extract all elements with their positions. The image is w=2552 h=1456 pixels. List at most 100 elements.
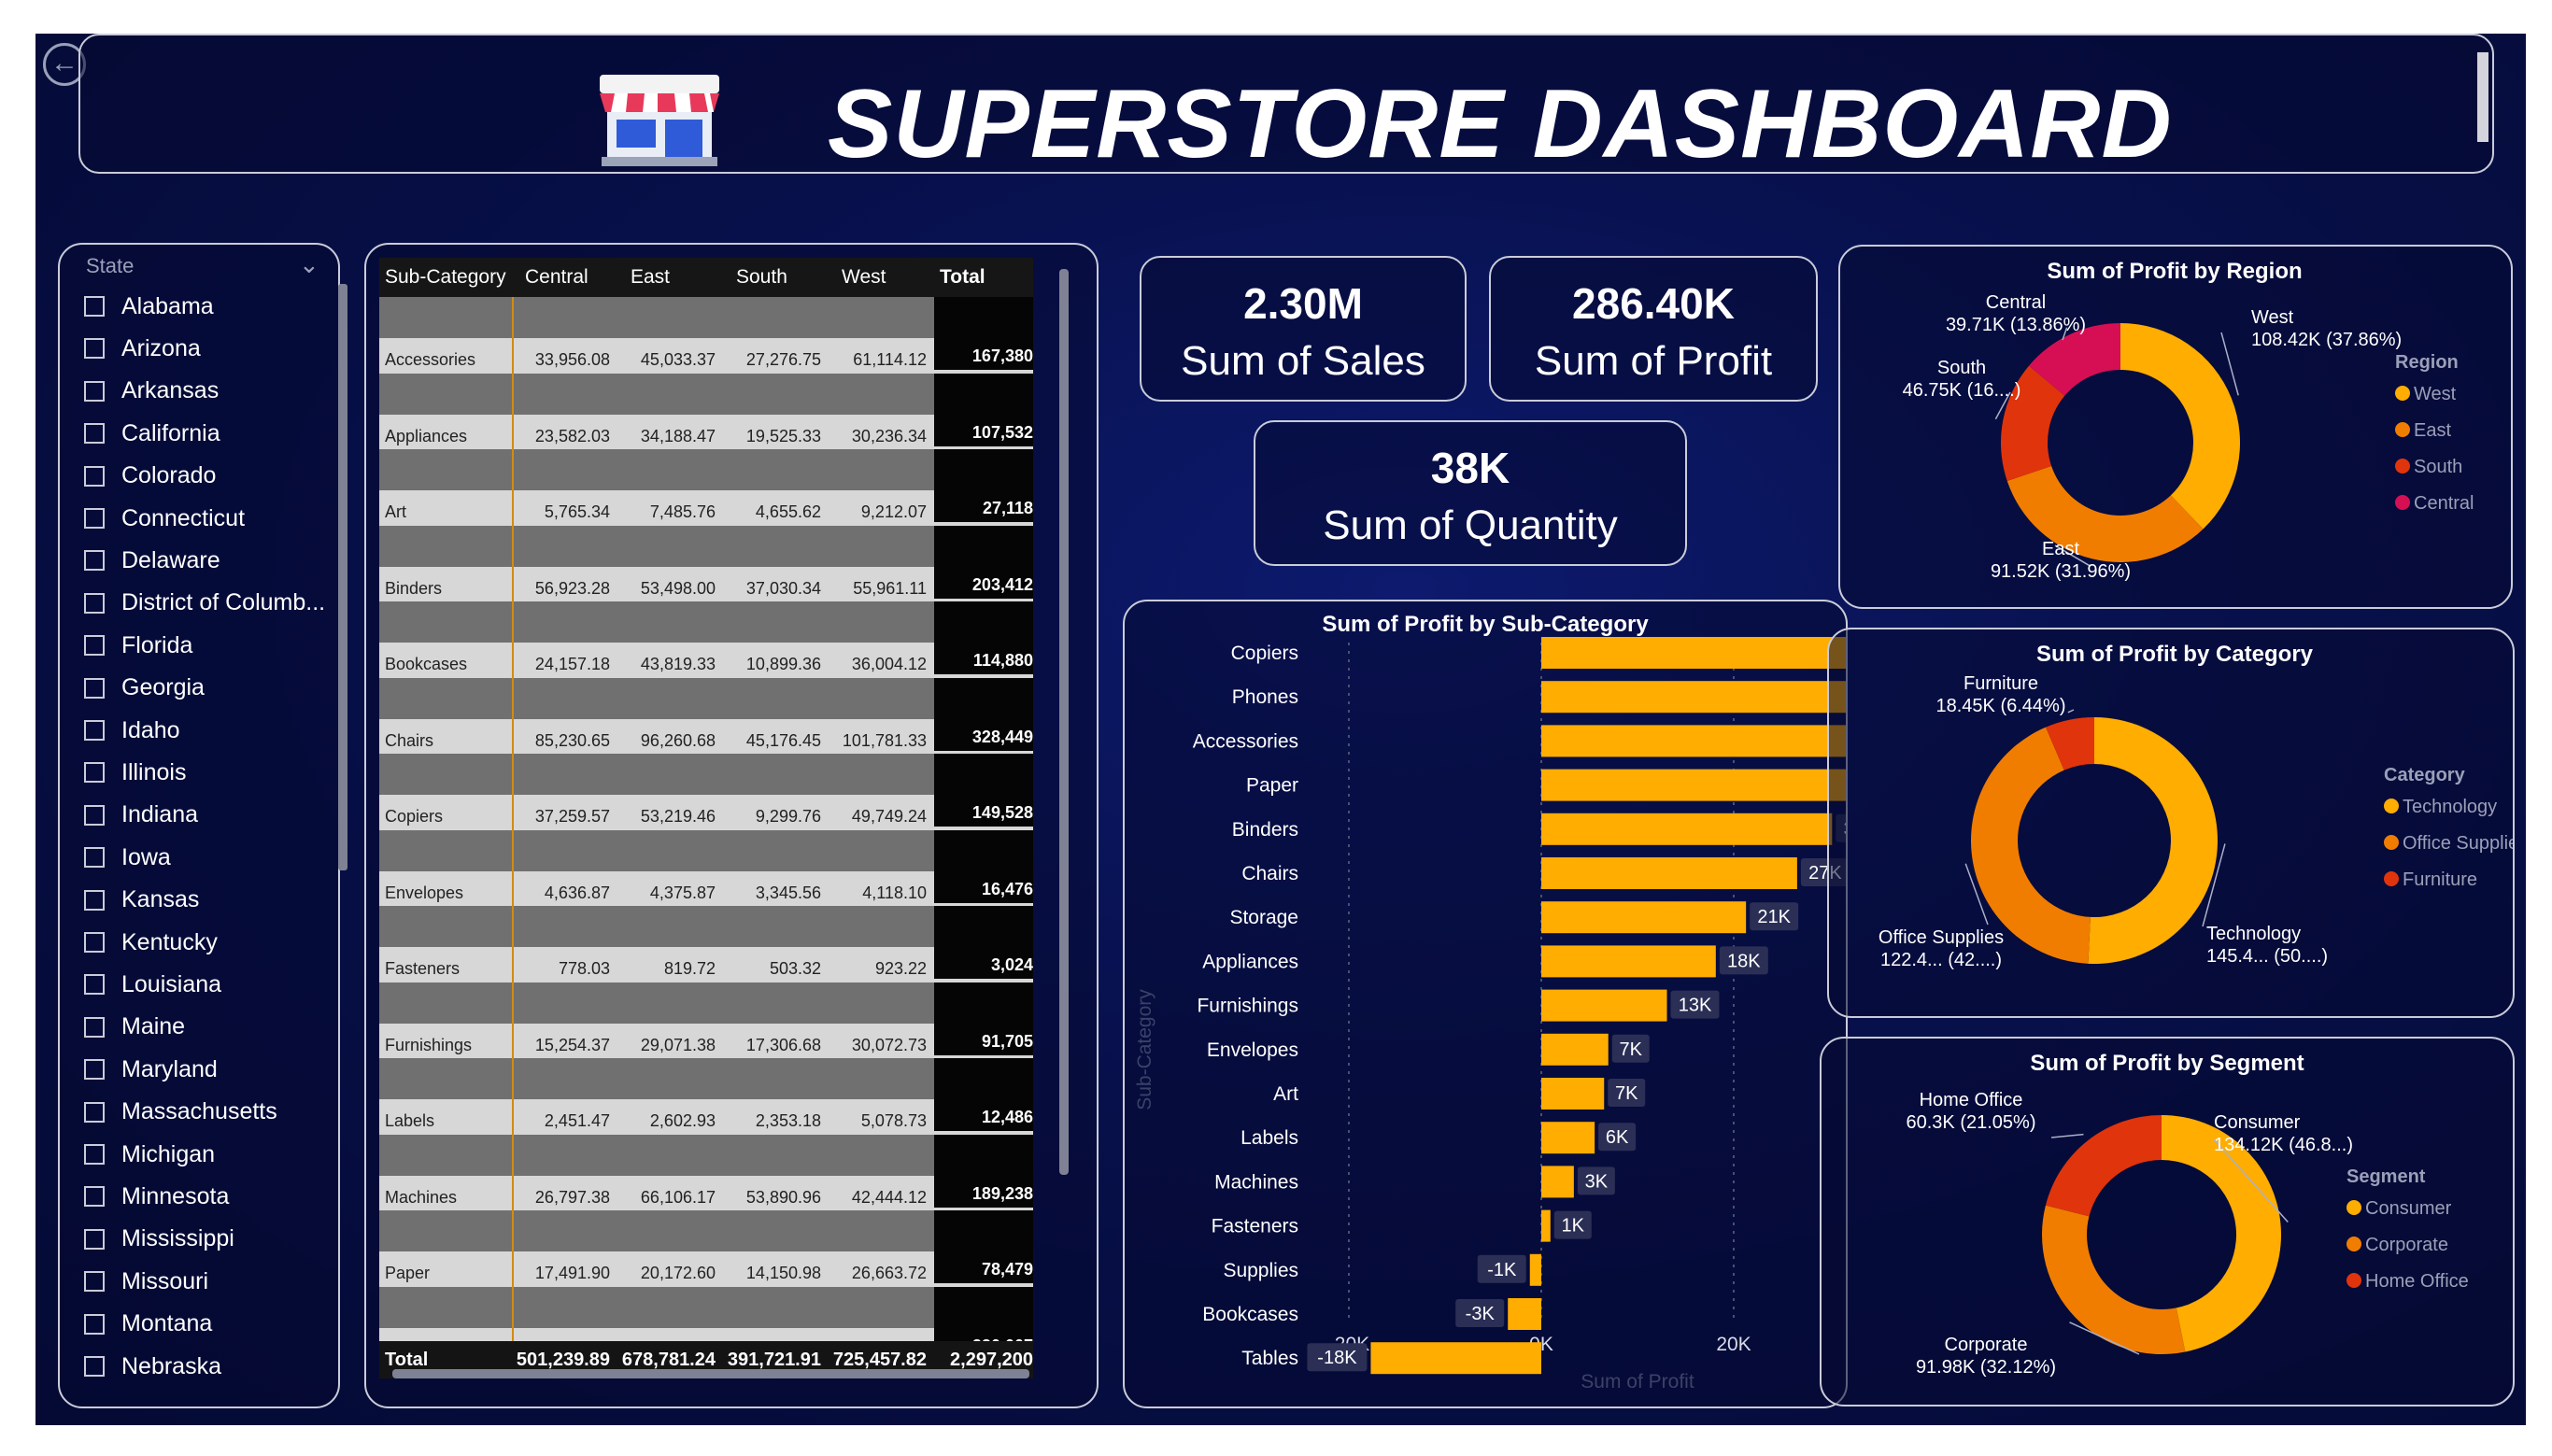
checkbox[interactable] [84,338,105,360]
state-option[interactable]: Delaware [84,542,220,579]
matrix-column-header[interactable]: Sub-Category [379,266,512,289]
matrix-column-header[interactable]: West [829,266,934,289]
table-row[interactable]: Appliances 23,582.03 34,188.47 19,525.33 30,… [379,410,1033,450]
state-option[interactable]: District of Columb... [84,585,325,622]
bar[interactable] [1541,945,1716,978]
state-option[interactable]: Arizona [84,330,201,367]
state-option[interactable]: Iowa [84,839,171,876]
table-row[interactable]: Chairs 85,230.65 96,260.68 45,176.45 101,781… [379,714,1033,755]
pie-slice[interactable] [2042,1205,2186,1354]
checkbox[interactable] [84,296,105,317]
checkbox[interactable] [84,423,105,445]
bar[interactable] [1541,901,1747,934]
bar[interactable] [1541,1078,1605,1110]
pie-slice[interactable] [2088,717,2218,964]
bar[interactable] [1541,681,1970,714]
table-row[interactable]: Machines 26,797.38 66,106.17 53,890.96 42,44… [379,1171,1033,1211]
pie-slice[interactable] [2006,465,2204,562]
bar[interactable] [1541,857,1797,889]
checkbox[interactable] [84,465,105,487]
checkbox[interactable] [84,677,105,699]
checkbox[interactable] [84,635,105,657]
state-option[interactable]: Mississippi [84,1221,234,1258]
bar[interactable] [1541,1209,1551,1242]
slicer-scrollbar[interactable] [338,284,347,870]
bar[interactable] [1541,1033,1609,1066]
state-option[interactable]: Connecticut [84,500,245,537]
state-option[interactable]: California [84,415,220,452]
pie-slice[interactable] [2045,1115,2162,1217]
matrix-column-header[interactable]: Central [512,266,617,289]
checkbox[interactable] [84,847,105,869]
matrix-column-header[interactable]: South [723,266,829,289]
state-option[interactable]: Kentucky [84,924,218,961]
state-option[interactable]: Minnesota [84,1178,229,1215]
checkbox[interactable] [84,974,105,996]
bar[interactable] [1541,989,1667,1022]
checkbox[interactable] [84,1228,105,1250]
checkbox[interactable] [84,889,105,911]
matrix-vertical-scrollbar[interactable] [1059,269,1069,1175]
table-row[interactable]: Furnishings 15,254.37 29,071.38 17,306.68 30… [379,1019,1033,1059]
state-option[interactable]: Louisiana [84,966,221,1003]
pie-slice[interactable] [2120,323,2240,530]
legend-title: Region [2395,352,2459,373]
checkbox[interactable] [84,762,105,784]
legend-marker [2346,1237,2361,1251]
state-option[interactable]: Georgia [84,670,205,707]
table-row[interactable]: Accessories 33,956.08 45,033.37 27,276.75 61… [379,334,1033,374]
checkbox[interactable] [84,804,105,826]
state-option[interactable]: Missouri [84,1263,208,1300]
state-option[interactable]: Maryland [84,1051,218,1088]
state-option[interactable]: Maine [84,1009,185,1046]
bar[interactable] [1541,1166,1574,1198]
state-option[interactable]: Arkansas [84,373,219,410]
state-option[interactable]: Kansas [84,882,199,919]
state-option[interactable]: Indiana [84,797,198,834]
table-row[interactable]: Copiers 37,259.57 53,219.46 9,299.76 49,749.… [379,791,1033,830]
state-option[interactable]: Colorado [84,458,216,495]
bar[interactable] [1541,725,1945,757]
checkbox[interactable] [84,550,105,572]
table-row[interactable]: Envelopes 4,636.87 4,375.87 3,345.56 4,118.1… [379,867,1033,907]
bar[interactable] [1529,1253,1541,1286]
checkbox[interactable] [84,1313,105,1335]
state-option[interactable]: Nebraska [84,1348,221,1385]
bar[interactable] [1508,1298,1541,1330]
table-row[interactable]: Fasteners 778.03 819.72 503.32 923.22 3,024 [379,943,1033,982]
y-tick-label: Accessories [1193,730,1298,752]
state-option[interactable]: Massachusetts [84,1094,277,1131]
table-row[interactable]: Labels 2,451.47 2,602.93 2,353.18 5,078.73 12… [379,1096,1033,1135]
checkbox[interactable] [84,1186,105,1208]
matrix-column-header[interactable]: Total [934,266,1033,289]
checkbox[interactable] [84,592,105,614]
state-option[interactable]: Illinois [84,754,186,791]
checkbox[interactable] [84,508,105,529]
state-option[interactable]: Michigan [84,1136,215,1173]
table-row[interactable]: Paper 17,491.90 20,172.60 14,150.98 26,663.7… [379,1248,1033,1287]
checkbox[interactable] [84,932,105,953]
state-option[interactable]: Florida [84,627,192,664]
state-option[interactable]: Montana [84,1306,212,1343]
state-option[interactable]: Alabama [84,288,214,325]
checkbox[interactable] [84,1101,105,1123]
bar[interactable] [1541,769,1869,801]
checkbox[interactable] [84,1271,105,1293]
bar[interactable] [1541,637,2077,669]
matrix-horizontal-scrollbar[interactable] [392,1369,1029,1378]
table-row[interactable]: Binders 56,923.28 53,498.00 37,030.34 55,961… [379,562,1033,602]
checkbox[interactable] [84,1059,105,1081]
bar[interactable] [1541,1122,1595,1154]
checkbox[interactable] [84,380,105,402]
matrix-column-header[interactable]: East [617,266,723,289]
checkbox[interactable] [84,1356,105,1377]
table-row[interactable]: Bookcases 24,157.18 43,819.33 10,899.36 36,0… [379,639,1033,678]
state-option[interactable]: Idaho [84,712,180,749]
checkbox[interactable] [84,1016,105,1038]
bar[interactable] [1370,1342,1541,1375]
chevron-down-icon[interactable]: ⌄ [299,250,319,279]
table-row[interactable]: Art 5,765.34 7,485.76 4,655.62 9,212.07 27,11… [379,487,1033,526]
bar[interactable] [1541,813,1833,845]
checkbox[interactable] [84,720,105,741]
checkbox[interactable] [84,1144,105,1165]
